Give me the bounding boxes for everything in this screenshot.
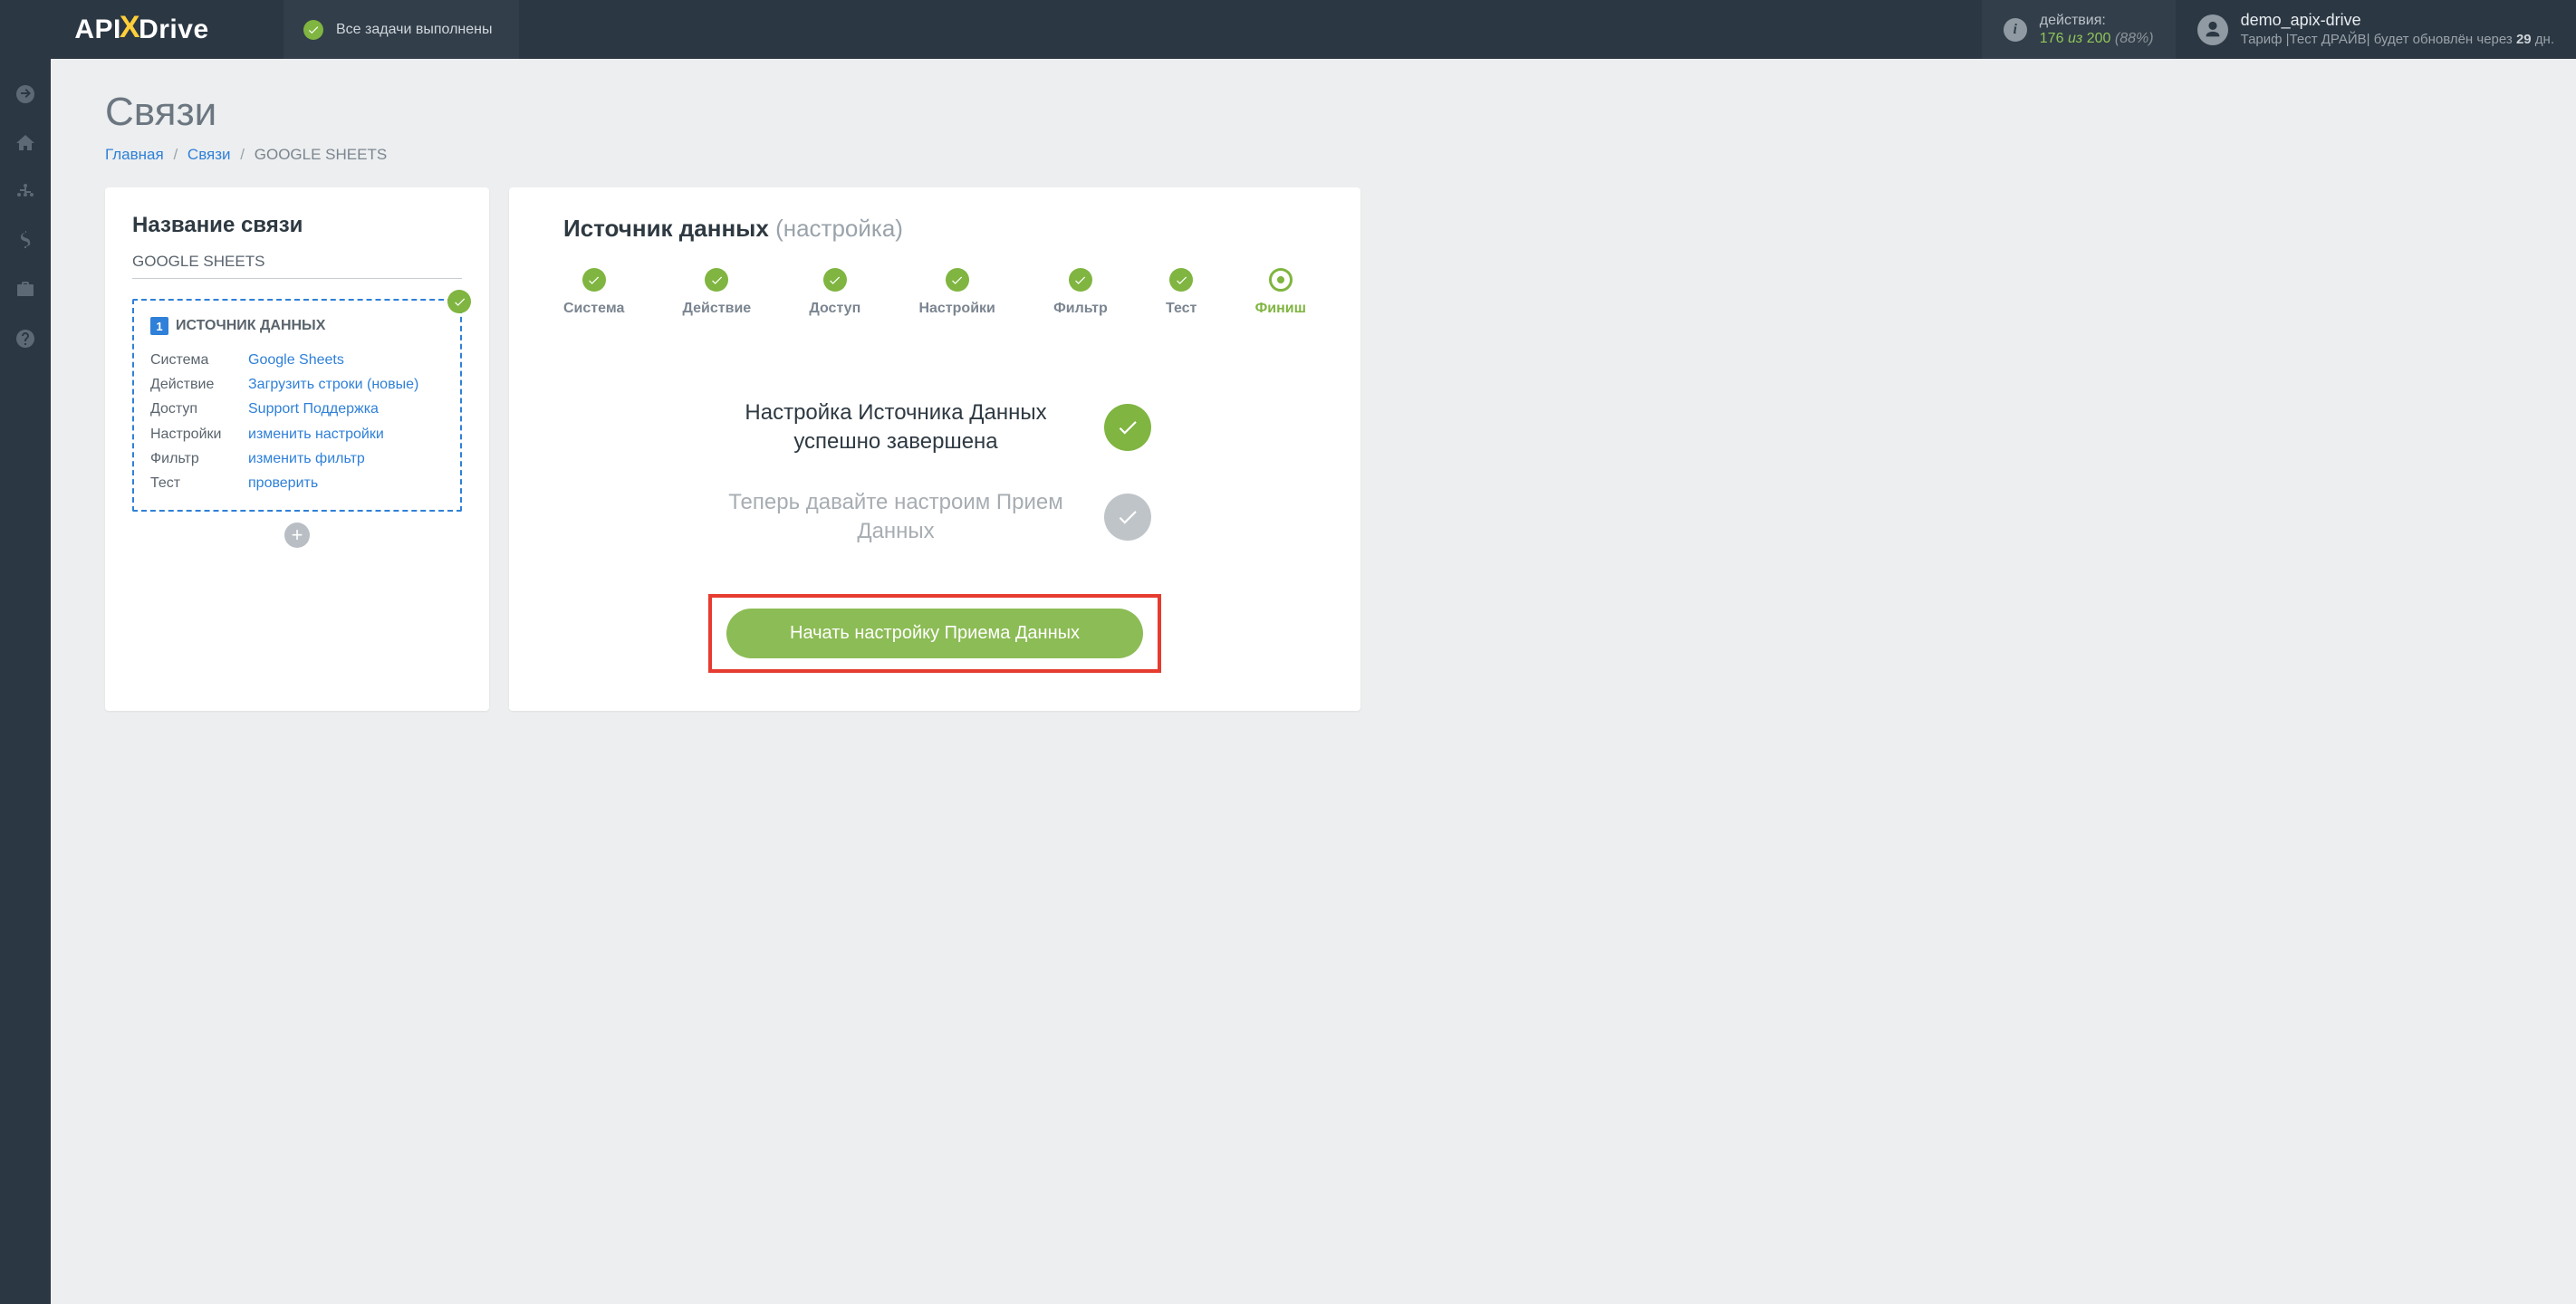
step-система[interactable]: Система [563,268,624,317]
source-row-key: Настройки [150,422,248,446]
sidebar-item-enter[interactable] [0,70,51,119]
source-row-key: Фильтр [150,446,248,471]
status-done: Настройка Источника Данных успешно завер… [706,398,1164,457]
steps: Система Действие Доступ Настройки Фильтр Тест… [563,268,1306,317]
user-text: demo_apix-drive Тариф |Тест ДРАЙВ| будет… [2241,10,2554,49]
check-icon [1104,404,1151,451]
sidebar-item-connections[interactable] [0,168,51,216]
columns: Название связи GOOGLE SHEETS 1 ИСТОЧНИК … [105,187,2576,711]
source-row-key: Тест [150,471,248,495]
card-wizard: Источник данных (настройка) Система Дейст… [509,187,1360,711]
step-label: Фильтр [1053,301,1108,317]
wizard-title: Источник данных (настройка) [563,215,1306,243]
status-done-text: Настройка Источника Данных успешно завер… [706,398,1086,457]
source-row: Фильтризменить фильтр [150,446,444,471]
breadcrumb-sep: / [173,146,178,163]
source-row-key: Доступ [150,397,248,421]
step-label: Система [563,301,624,317]
topbar-right: i действия: 176 из 200 (88%) demo_apix-d… [1982,0,2576,59]
check-icon [582,268,606,292]
source-row: СистемаGoogle Sheets [150,348,444,372]
sidebar-item-billing[interactable] [0,216,51,265]
user-name: demo_apix-drive [2241,10,2554,31]
step-label: Действие [683,301,752,317]
check-icon [823,268,847,292]
actions-total: 200 [2087,31,2111,46]
step-действие[interactable]: Действие [683,268,752,317]
source-row-value[interactable]: Google Sheets [248,348,344,372]
source-head-label: ИСТОЧНИК ДАННЫХ [176,318,325,334]
page-title: Связи [105,90,2576,135]
check-icon [1169,268,1193,292]
info-icon: i [2004,18,2027,42]
breadcrumb-links[interactable]: Связи [187,146,231,163]
sidebar-item-home[interactable] [0,119,51,168]
user-tariff: Тариф |Тест ДРАЙВ| будет обновлён через … [2241,31,2554,49]
source-row: ДоступSupport Поддержка [150,397,444,421]
step-фильтр[interactable]: Фильтр [1053,268,1108,317]
breadcrumb: Главная / Связи / GOOGLE SHEETS [105,146,2576,164]
source-row-value[interactable]: изменить настройки [248,422,384,446]
status-block: Настройка Источника Данных успешно завер… [563,398,1306,547]
source-row-value[interactable]: Support Поддержка [248,397,379,421]
step-настройки[interactable]: Настройки [918,268,995,317]
check-icon [303,20,323,40]
source-row-value[interactable]: Загрузить строки (новые) [248,372,418,397]
source-number: 1 [150,317,168,335]
status-pending: Теперь давайте настроим Прием Данных [706,488,1164,547]
sidebar [0,59,51,1304]
step-доступ[interactable]: Доступ [809,268,860,317]
source-row-value[interactable]: изменить фильтр [248,446,365,471]
source-head: 1 ИСТОЧНИК ДАННЫХ [150,317,444,335]
start-destination-button[interactable]: Начать настройку Приема Данных [726,609,1143,658]
user-block[interactable]: demo_apix-drive Тариф |Тест ДРАЙВ| будет… [2176,0,2576,59]
step-финиш[interactable]: Финиш [1255,268,1306,317]
sidebar-item-help[interactable] [0,314,51,363]
avatar-icon [2197,14,2228,45]
check-icon [946,268,969,292]
step-label: Финиш [1255,301,1306,317]
step-label: Тест [1166,301,1197,317]
sidebar-item-briefcase[interactable] [0,265,51,314]
check-icon [447,290,471,313]
content: Связи Главная / Связи / GOOGLE SHEETS На… [51,59,2576,1304]
step-label: Доступ [809,301,860,317]
source-row: Настройкиизменить настройки [150,422,444,446]
logo-text: APIXDrive [74,12,208,47]
breadcrumb-home[interactable]: Главная [105,146,164,163]
step-label: Настройки [918,301,995,317]
check-icon [1104,494,1151,541]
check-icon [1069,268,1092,292]
source-box[interactable]: 1 ИСТОЧНИК ДАННЫХ СистемаGoogle SheetsДе… [132,299,462,512]
x-icon: X [120,10,140,45]
breadcrumb-current: GOOGLE SHEETS [255,146,387,163]
topbar: APIXDrive Все задачи выполнены i действи… [0,0,2576,59]
actions-block[interactable]: i действия: 176 из 200 (88%) [1982,0,2176,59]
step-тест[interactable]: Тест [1166,268,1197,317]
source-row-key: Система [150,348,248,372]
actions-of: из [2068,31,2082,46]
card-connection: Название связи GOOGLE SHEETS 1 ИСТОЧНИК … [105,187,489,711]
check-icon [705,268,728,292]
source-row: Тестпроверить [150,471,444,495]
wizard-subtitle: (настройка) [775,215,903,242]
step-dot-icon [1269,268,1293,292]
conn-name[interactable]: GOOGLE SHEETS [132,247,462,279]
tasks-label: Все задачи выполнены [336,22,492,38]
actions-text: действия: 176 из 200 (88%) [2040,12,2154,46]
add-button[interactable]: + [284,523,310,548]
conn-title: Название связи [132,213,462,238]
logo[interactable]: APIXDrive [0,0,284,59]
source-row-key: Действие [150,372,248,397]
cta-highlight: Начать настройку Приема Данных [708,594,1161,673]
actions-pct: (88%) [2115,31,2154,46]
plus-icon: + [292,525,303,545]
actions-used: 176 [2040,31,2064,46]
actions-label: действия: [2040,12,2154,29]
source-row: ДействиеЗагрузить строки (новые) [150,372,444,397]
status-pending-text: Теперь давайте настроим Прием Данных [706,488,1086,547]
breadcrumb-sep: / [240,146,245,163]
source-row-value[interactable]: проверить [248,471,318,495]
tasks-status: Все задачи выполнены [284,0,519,59]
